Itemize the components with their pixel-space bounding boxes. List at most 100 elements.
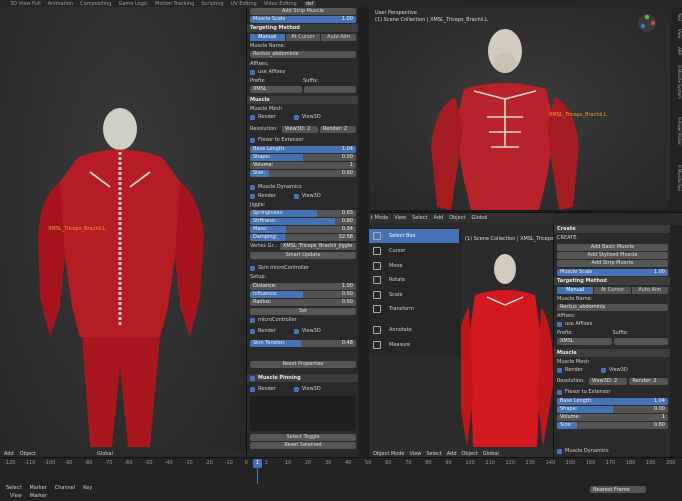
tab-animation[interactable]: Animation xyxy=(48,1,74,7)
base-length-slider[interactable]: Base Length: 1.04 xyxy=(250,145,356,153)
timeline-tick: -70 xyxy=(104,460,113,466)
front-viewport[interactable]: User Perspective (1) Scene Collection | … xyxy=(369,7,671,210)
transform-orientation[interactable]: Global xyxy=(97,451,113,457)
select-menu[interactable]: Select xyxy=(412,215,427,221)
timeline-tick: 30 xyxy=(324,460,332,466)
tool-measure[interactable]: Measure xyxy=(369,338,459,352)
shape-slider[interactable]: Shape: 0.00 xyxy=(250,153,356,161)
rotate-icon xyxy=(373,276,381,284)
add-stylized-muscle-button[interactable]: Add Stylized Muscle xyxy=(557,251,668,259)
tool-annotate[interactable]: Annotate xyxy=(369,323,459,337)
tab-uv-editing[interactable]: UV Editing xyxy=(231,1,257,7)
tab-tool[interactable]: Tool xyxy=(675,13,682,21)
tab-arp[interactable]: ARP xyxy=(675,47,682,55)
add-strip-muscle-button-2[interactable]: Add Strip Muscle xyxy=(557,259,668,267)
bottom-viewport-header: t Mode View Select Add Object Global xyxy=(369,213,553,223)
radius-slider[interactable]: Radius: 0.50 xyxy=(250,298,356,306)
tab-compositing[interactable]: Compositing xyxy=(80,1,111,7)
springiness-slider[interactable]: Springiness: 0.63 xyxy=(250,209,356,217)
targeting-header[interactable]: Targeting Method xyxy=(250,25,300,31)
targeting-mode-switch[interactable]: Manual At Cursor Auto Aim xyxy=(250,33,357,41)
tab-motion-tracking[interactable]: Motion Tracking xyxy=(155,1,194,7)
timeline-tick: 20 xyxy=(304,460,312,466)
timeline-tick: 60 xyxy=(385,460,392,466)
prefix-field-2[interactable]: XMSL xyxy=(557,337,612,345)
timeline-tick: 70 xyxy=(405,460,412,466)
tab-x-poser-picker[interactable]: X-Poser Picker xyxy=(675,117,682,162)
view3d-resolution[interactable]: View3D: 2 xyxy=(281,125,318,133)
timeline-tick: -60 xyxy=(124,460,133,466)
skin-tension-slider[interactable]: Skin Tension: 0.48 xyxy=(250,339,356,347)
muscle-scale-slider[interactable]: Muscle Scale 1.00 xyxy=(250,15,356,23)
tab-scripting[interactable]: Scripting xyxy=(201,1,223,7)
mode-menu[interactable]: t Mode xyxy=(371,215,388,221)
timeline-tick: -120 xyxy=(4,460,16,466)
region-divider[interactable] xyxy=(358,7,369,457)
global-menu[interactable]: Global xyxy=(471,215,487,221)
left-viewport[interactable]: XMSL_Triceps_Brachii.L Add Object Global xyxy=(0,7,246,457)
muscle-header[interactable]: Muscle xyxy=(250,97,270,103)
targeting-mode-switch-2[interactable]: Manual At Cursor Auto Aim xyxy=(557,286,668,294)
tab-3d-view-full[interactable]: 3D View Full xyxy=(10,1,41,7)
reset-selected-button[interactable]: Reset Selected xyxy=(250,441,356,449)
smart-update-button[interactable]: Smart Update xyxy=(250,251,356,259)
influence-slider[interactable]: Influence: 0.50 xyxy=(250,290,356,298)
stiffness-slider[interactable]: Stiffness: 0.80 xyxy=(250,217,356,225)
pinning-list[interactable] xyxy=(250,396,356,431)
tool-scale[interactable]: Scale xyxy=(369,288,459,302)
timeline-tick: 50 xyxy=(365,460,372,466)
set-button[interactable]: Set xyxy=(250,307,356,315)
tool-move[interactable]: Move xyxy=(369,259,459,273)
tool-transform[interactable]: Transform xyxy=(369,302,459,316)
object-mode-dropdown[interactable]: Object Mode xyxy=(373,451,405,457)
bottom-right-window: t Mode View Select Add Object Global Sel… xyxy=(369,212,682,458)
measure-icon xyxy=(373,341,381,349)
snap-dropdown[interactable]: Nearest Frame xyxy=(590,486,646,493)
muscle-pinning-header[interactable]: Muscle Pinning xyxy=(258,375,301,381)
prefix-field[interactable]: XMSL xyxy=(250,85,302,93)
size-slider[interactable]: Size: 0.60 xyxy=(250,169,356,177)
muscle-scale-slider-2[interactable]: Muscle Scale 1.00 xyxy=(557,268,668,276)
tab-x-muscle-sys[interactable]: X Muscle Sys xyxy=(675,165,682,205)
tab-view[interactable]: View xyxy=(675,29,682,39)
create-header[interactable]: Create xyxy=(557,226,576,232)
mass-slider[interactable]: Mass: 0.34 xyxy=(250,225,356,233)
object-menu[interactable]: Object xyxy=(449,215,465,221)
suffix-field-2[interactable] xyxy=(613,337,668,345)
muscle-name-field-2[interactable]: Rectus_abdominis xyxy=(557,303,668,311)
timeline-menus: Select Marker Channel Key xyxy=(6,485,93,491)
timeline[interactable]: -120 -110 -100 -90 -80 -70 -60 -50 -40 -30 -20 -10 0… xyxy=(0,457,682,501)
volume-slider[interactable]: Volume: 1 xyxy=(250,161,356,169)
view-menu[interactable]: View xyxy=(394,215,406,221)
add-strip-muscle-button[interactable]: Add Strip Muscle xyxy=(250,7,356,15)
use-affixes-checkbox[interactable] xyxy=(250,69,255,75)
distance-slider[interactable]: Distance: 1.00 xyxy=(250,282,356,290)
tool-rotate[interactable]: Rotate xyxy=(369,273,459,287)
tab-video-editing[interactable]: Video Editing xyxy=(264,1,297,7)
bottom-scene-label: (1) Scene Collection | XMSL_Triceps_Brac… xyxy=(465,236,553,242)
playhead[interactable]: 1 xyxy=(253,459,262,468)
add-menu[interactable]: Add xyxy=(4,451,14,457)
tool-panel: Select Box Cursor Move Rotate Scale Tran… xyxy=(369,227,461,355)
back-figure xyxy=(0,108,246,457)
navigation-gizmo[interactable] xyxy=(637,13,657,33)
timeline-tick: 100 xyxy=(465,460,475,466)
tab-game-logic[interactable]: Game Logic xyxy=(118,1,148,7)
timeline-tick: 110 xyxy=(485,460,495,466)
tool-cursor[interactable]: Cursor xyxy=(369,244,459,258)
object-menu[interactable]: Object xyxy=(20,451,36,457)
tab-def[interactable]: def xyxy=(303,0,316,7)
vertex-group-field[interactable]: XMSL_Triceps_Brachii_jiggle xyxy=(279,242,356,250)
move-icon xyxy=(373,262,381,270)
add-basic-muscle-button[interactable]: Add Basic Muscle xyxy=(557,243,668,251)
reset-properties-button[interactable]: Reset Properties xyxy=(250,360,356,368)
tool-select-box[interactable]: Select Box xyxy=(369,229,459,243)
suffix-field[interactable] xyxy=(304,85,356,93)
damping-slider[interactable]: Damping: 32.58 xyxy=(250,233,356,241)
add-menu[interactable]: Add xyxy=(434,215,444,221)
tab-x-muscle-system[interactable]: X-Muscle System xyxy=(675,65,682,115)
render-resolution[interactable]: Render: 2 xyxy=(319,125,356,133)
select-toggle-button[interactable]: Select Toggle xyxy=(250,433,356,441)
timeline-tick: 0 xyxy=(244,460,248,466)
muscle-name-field[interactable]: Rectus_abdominis xyxy=(250,50,356,58)
